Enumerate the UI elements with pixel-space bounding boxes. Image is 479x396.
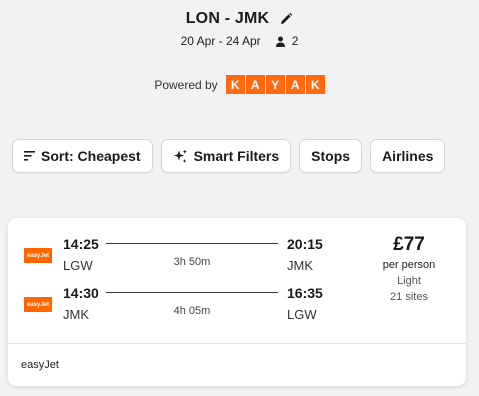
price-block: £77 per person Light 21 sites xyxy=(364,234,454,303)
easyjet-logo: easyJet xyxy=(24,248,52,263)
depart-airport: JMK xyxy=(63,307,89,322)
outbound-leg: easyJet 14:25 LGW 3h 50m 20:15 JMK xyxy=(8,236,368,280)
trip-header: LON - JMK 20 Apr - 24 Apr 2 xyxy=(0,10,479,48)
sort-lines-icon xyxy=(24,151,35,161)
route-line: LON - JMK xyxy=(0,10,479,28)
trip-meta: 20 Apr - 24 Apr 2 xyxy=(0,34,479,48)
flight-result-card[interactable]: easyJet 14:25 LGW 3h 50m 20:15 JMK easyJ… xyxy=(8,218,466,386)
smart-filters-label: Smart Filters xyxy=(193,148,280,164)
stops-button[interactable]: Stops xyxy=(299,139,363,173)
sort-label: Sort: Cheapest xyxy=(41,148,141,164)
flight-duration: 3h 50m xyxy=(173,256,211,268)
trip-dates: 20 Apr - 24 Apr xyxy=(180,34,261,48)
kayak-logo-letter: K xyxy=(305,75,325,94)
operator-name: easyJet xyxy=(21,359,59,371)
pencil-icon[interactable] xyxy=(279,12,293,26)
price: £77 xyxy=(393,234,425,255)
arrive-airport: JMK xyxy=(287,258,313,273)
kayak-logo-letter: A xyxy=(245,75,265,94)
powered-by-label: Powered by xyxy=(154,77,218,92)
kayak-logo-letter: A xyxy=(285,75,305,94)
depart-time: 14:30 xyxy=(63,285,99,301)
passenger-count: 2 xyxy=(291,34,299,48)
flight-duration: 4h 05m xyxy=(173,305,211,317)
depart-time: 14:25 xyxy=(63,236,99,252)
route-line-divider xyxy=(106,243,278,244)
kayak-logo-letter: Y xyxy=(265,75,285,94)
kayak-logo-letter: K xyxy=(225,75,245,94)
sites-count: 21 sites xyxy=(390,291,428,303)
person-icon xyxy=(275,36,286,47)
airlines-label: Airlines xyxy=(382,148,434,164)
filter-bar: Sort: Cheapest Smart Filters Stops Airli… xyxy=(12,139,446,173)
inbound-leg: easyJet 14:30 JMK 4h 05m 16:35 LGW xyxy=(8,285,368,329)
stops-label: Stops xyxy=(311,148,351,164)
card-divider xyxy=(8,343,466,344)
arrive-time: 20:15 xyxy=(287,236,323,252)
kayak-logo: K A Y A K xyxy=(225,75,325,94)
sort-button[interactable]: Sort: Cheapest xyxy=(12,139,153,173)
easyjet-logo: easyJet xyxy=(24,297,52,312)
depart-airport: LGW xyxy=(63,258,93,273)
route-title: LON - JMK xyxy=(185,10,270,27)
price-unit: per person xyxy=(382,259,436,271)
airlines-button[interactable]: Airlines xyxy=(370,139,446,173)
arrive-time: 16:35 xyxy=(287,285,323,301)
powered-by: Powered by K A Y A K xyxy=(0,75,479,94)
route-line-divider xyxy=(106,292,278,293)
fare-type: Light xyxy=(397,275,421,287)
sparkle-icon xyxy=(173,149,188,164)
arrive-airport: LGW xyxy=(287,307,317,322)
smart-filters-button[interactable]: Smart Filters xyxy=(160,139,292,173)
